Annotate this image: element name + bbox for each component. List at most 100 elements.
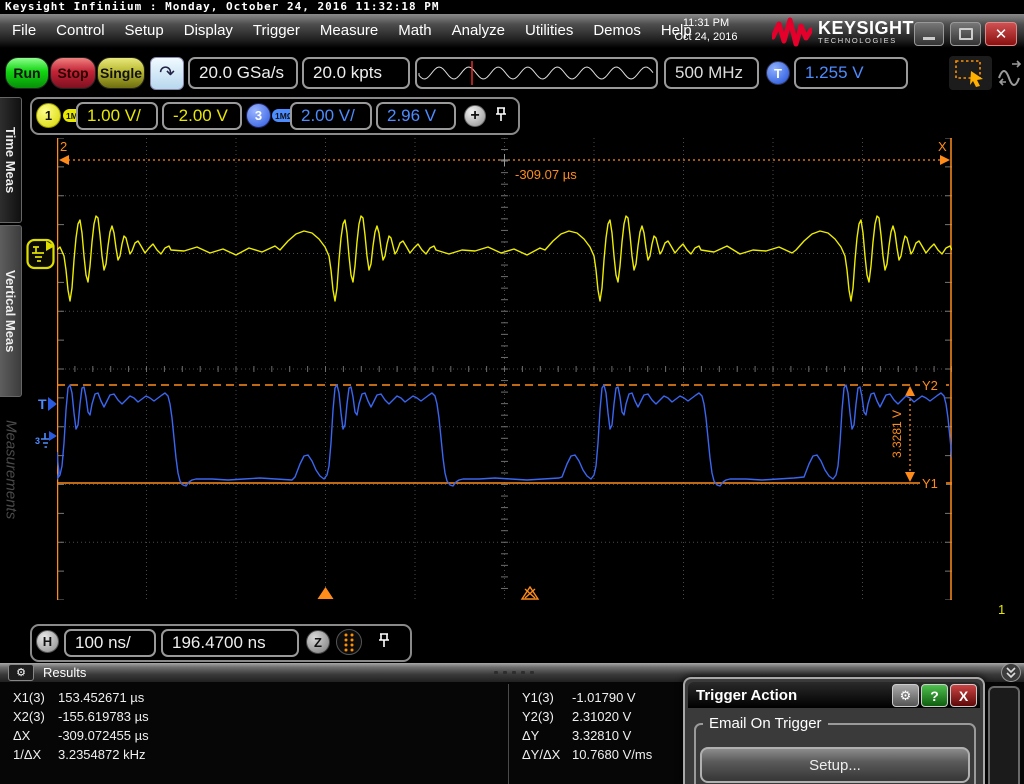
side-scroll-panel[interactable]: [988, 686, 1020, 784]
waveform-display[interactable]: -309.07 µs 2 X Y2 Y1 3.3281 V: [56, 137, 953, 601]
waveform-plot: -309.07 µs 2 X Y2 Y1 3.3281 V: [56, 137, 953, 601]
mouse-mode-button[interactable]: [949, 56, 992, 90]
result-value: 3.32810 V: [572, 728, 632, 743]
result-row: Y2(3) 2.31020 V: [522, 709, 631, 724]
sample-rate-box[interactable]: 20.0 GSa/s: [188, 57, 298, 89]
channel-bar-pin-button[interactable]: [493, 105, 509, 130]
menu-item-utilities[interactable]: Utilities: [515, 14, 583, 48]
result-label: X2(3): [13, 709, 45, 724]
result-row: X2(3) -155.619783 µs: [13, 709, 149, 724]
touch-button[interactable]: ↷: [150, 57, 184, 90]
channel-3-offset-box[interactable]: 2.96 V: [376, 102, 456, 130]
minimize-icon: [923, 36, 935, 40]
ground-symbol-icon: [26, 238, 55, 270]
dialog-settings-button[interactable]: ⚙: [892, 684, 919, 707]
trigger-arrow-icon: [47, 397, 57, 411]
channel-3-ground-marker[interactable]: 3: [34, 430, 58, 457]
channel-1-offset-box[interactable]: -2.00 V: [162, 102, 242, 130]
result-row: 1/ΔX 3.2354872 kHz: [13, 747, 145, 762]
menu-item-display[interactable]: Display: [174, 14, 243, 48]
dialog-help-button[interactable]: ?: [921, 684, 948, 707]
oscilloscope-app: Keysight Infiniium : Monday, October 24,…: [0, 0, 1024, 784]
svg-text:X: X: [938, 139, 947, 154]
clock-date: Oct 24, 2016: [674, 31, 738, 43]
menu-item-trigger[interactable]: Trigger: [243, 14, 310, 48]
memory-depth-box[interactable]: 20.0 kpts: [302, 57, 410, 89]
minimize-button[interactable]: [914, 22, 944, 46]
menu-item-math[interactable]: Math: [388, 14, 441, 48]
grid-number: 1: [998, 602, 1006, 617]
results-divider: [508, 684, 509, 784]
window-titlebar: Keysight Infiniium : Monday, October 24,…: [0, 0, 1024, 14]
waveform-preview[interactable]: [415, 57, 658, 89]
timebase-scale-box[interactable]: 100 ns/: [64, 629, 156, 657]
brand-name: KEYSIGHT: [818, 17, 915, 38]
result-label: ΔY/ΔX: [522, 747, 561, 762]
channel-3-badge[interactable]: 3: [246, 103, 271, 128]
horizontal-badge[interactable]: H: [36, 630, 59, 653]
single-button[interactable]: Single: [97, 57, 145, 89]
keysight-logo: KEYSIGHT TECHNOLOGIES: [772, 17, 914, 47]
collapse-panel-button[interactable]: [1001, 663, 1021, 682]
result-value: 2.31020 V: [572, 709, 632, 724]
menu-item-file[interactable]: File: [2, 14, 46, 48]
timebase-pin-button[interactable]: [376, 631, 392, 656]
ground-symbol-3-icon: 3: [35, 431, 57, 448]
zoom-mode-button[interactable]: Z: [306, 630, 330, 654]
waveform-tool-button[interactable]: [996, 56, 1024, 90]
maximize-button[interactable]: [950, 22, 981, 46]
waveform-arrows-icon: [998, 60, 1022, 86]
dotted-columns-icon: [344, 633, 354, 652]
pin-icon: [496, 107, 506, 121]
setup-button[interactable]: Setup...: [700, 747, 970, 783]
result-label: ΔX: [13, 728, 31, 743]
trigger-action-dialog: Trigger Action ⚙ ? X Email On Trigger Se…: [683, 677, 985, 784]
y-axis: 2.00 V1.00 V0.0 V-1.00 V-2.00 V-3.00 V-4…: [956, 138, 1024, 600]
svg-text:2: 2: [60, 139, 67, 154]
timebase-position-box[interactable]: 196.4700 ns: [161, 629, 299, 657]
gear-icon: ⚙: [16, 667, 26, 679]
bandwidth-box[interactable]: 500 MHz: [664, 57, 759, 89]
channel-3-scale-box[interactable]: 2.00 V/: [290, 102, 372, 130]
dialog-title: Trigger Action: [696, 686, 798, 704]
channel-1-scale-box[interactable]: 1.00 V/: [76, 102, 158, 130]
menu-item-control[interactable]: Control: [46, 14, 114, 48]
result-row: ΔX -309.072455 µs: [13, 728, 149, 743]
menu-item-setup[interactable]: Setup: [115, 14, 174, 48]
dialog-close-button[interactable]: X: [950, 684, 977, 707]
maximize-icon: [958, 28, 973, 40]
menu-item-analyze[interactable]: Analyze: [442, 14, 515, 48]
svg-text:3.3281 V: 3.3281 V: [890, 410, 904, 458]
trigger-badge[interactable]: T: [766, 61, 790, 85]
trigger-level-box[interactable]: 1.255 V: [794, 57, 908, 89]
add-channel-button[interactable]: +: [464, 105, 486, 127]
result-label: Y2(3): [522, 709, 554, 724]
results-settings-button[interactable]: ⚙: [8, 664, 34, 681]
keysight-spark-icon: [772, 17, 812, 47]
menu-item-measure[interactable]: Measure: [310, 14, 388, 48]
result-value: 10.7680 V/ms: [572, 747, 653, 762]
svg-text:Y1: Y1: [922, 476, 938, 491]
result-value: -1.01790 V: [572, 690, 636, 705]
x-axis: -304 ns-204 ns-104 ns-4 ns97 ns196 ns296…: [0, 600, 1024, 622]
clock: 11:31 PM Oct 24, 2016: [658, 16, 754, 44]
run-button[interactable]: Run: [5, 57, 49, 89]
results-title: Results: [43, 665, 87, 680]
tab-time-meas[interactable]: Time Meas: [0, 97, 22, 223]
panel-drag-handle[interactable]: [494, 671, 534, 674]
selection-box-icon: [955, 60, 983, 87]
gear-icon: ⚙: [899, 687, 912, 703]
result-row: Y1(3) -1.01790 V: [522, 690, 636, 705]
stop-button[interactable]: Stop: [50, 57, 96, 89]
channel-1-badge[interactable]: 1: [36, 103, 61, 128]
result-label: X1(3): [13, 690, 45, 705]
channel-1-ground-marker[interactable]: [26, 237, 57, 276]
result-label: ΔY: [522, 728, 540, 743]
close-button[interactable]: ✕: [985, 22, 1017, 46]
email-on-trigger-label: Email On Trigger: [703, 715, 828, 732]
trigger-level-marker[interactable]: T: [38, 396, 57, 412]
acquisition-columns-button[interactable]: [336, 629, 362, 655]
tab-vertical-meas[interactable]: Vertical Meas: [0, 225, 22, 397]
svg-text:3: 3: [35, 436, 40, 446]
menu-item-demos[interactable]: Demos: [583, 14, 651, 48]
